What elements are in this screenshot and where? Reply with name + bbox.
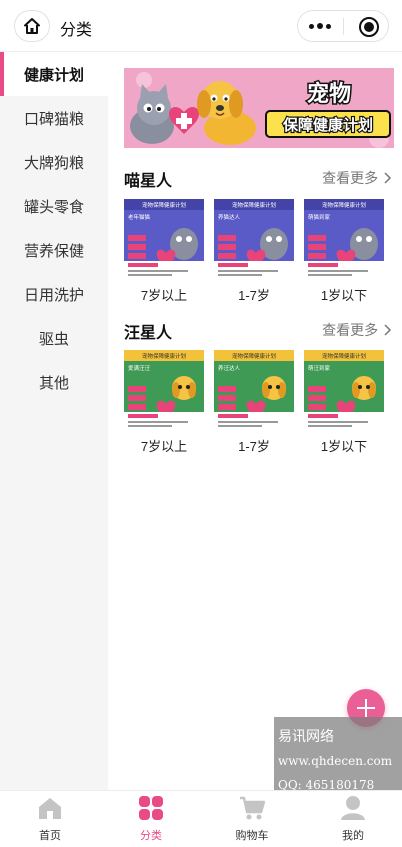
page-title: 分类	[60, 22, 93, 39]
cat-card-label: 1岁以下	[320, 288, 368, 303]
top-navigation-bar: 分类	[0, 0, 402, 52]
sidebar-item-nutrition[interactable]: 营养保健	[0, 228, 108, 272]
tab-profile[interactable]: 我的	[303, 791, 402, 847]
dog-card-image: 宠物保障健康计划 爱满汪汪	[124, 350, 204, 430]
cat-card-label: 1-7岁	[238, 288, 270, 303]
sidebar-item-other[interactable]: 其他	[0, 360, 108, 404]
tab-cart[interactable]: 购物车	[202, 791, 302, 847]
bottom-tab-bar: 首页 分类 购物车 我的	[0, 790, 402, 847]
watermark-brand: 易讯网络	[278, 729, 334, 745]
banner-title-line1: 宠物	[307, 81, 351, 107]
cat-card-image: 宠物保障健康计划 萌猫到家	[304, 199, 384, 279]
svg-text:爱满汪汪: 爱满汪汪	[128, 364, 151, 372]
health-plan-banner[interactable]: 宠物 保障健康计划	[124, 68, 394, 148]
sidebar-item-dog-food[interactable]: 大牌狗粮	[0, 140, 108, 184]
chevron-right-icon	[384, 172, 392, 184]
svg-text:宠物保障健康计划: 宠物保障健康计划	[142, 201, 186, 209]
home-icon	[39, 798, 61, 819]
sidebar-item-grooming[interactable]: 日用洗护	[0, 272, 108, 316]
svg-text:宠物保障健康计划: 宠物保障健康计划	[232, 201, 276, 209]
watermark: 易讯网络 www.qhdecen.com QQ: 465180178	[274, 717, 402, 797]
home-button[interactable]	[14, 10, 50, 42]
see-more-dogs-link[interactable]: 查看更多	[322, 320, 392, 340]
capsule-divider	[343, 18, 344, 35]
more-dots-icon[interactable]	[309, 23, 331, 29]
user-icon	[341, 796, 365, 820]
dog-card-image: 宠物保障健康计划 萌汪到家	[304, 350, 384, 430]
dog-card-label: 1-7岁	[238, 439, 270, 454]
svg-text:老年猫猫: 老年猫猫	[128, 213, 151, 221]
banner-illustration: 宠物 保障健康计划	[124, 68, 394, 148]
tab-category[interactable]: 分类	[101, 791, 201, 847]
target-icon[interactable]	[359, 17, 379, 37]
banner-title-line2: 保障健康计划	[282, 116, 373, 134]
svg-text:养汪达人: 养汪达人	[218, 364, 241, 372]
category-content: 宠物 保障健康计划 喵星人 查看更多 宠物保障健康计划 老年猫猫 7岁以上 宠物…	[108, 52, 402, 790]
svg-text:养猫达人: 养猫达人	[218, 213, 241, 221]
category-sidebar: 健康计划 口碑猫粮 大牌狗粮 罐头零食 营养保健 日用洗护 驱虫 其他	[0, 52, 108, 790]
category-icon	[139, 796, 163, 820]
section-title-dogs: 汪星人	[124, 325, 173, 342]
tab-home[interactable]: 首页	[0, 791, 100, 847]
svg-text:萌猫到家: 萌猫到家	[308, 213, 331, 221]
sidebar-item-deworming[interactable]: 驱虫	[0, 316, 108, 360]
see-more-cats-link[interactable]: 查看更多	[322, 168, 392, 188]
home-icon	[24, 18, 40, 34]
dog-card-label: 7岁以上	[140, 439, 188, 454]
cat-card-image: 宠物保障健康计划 养猫达人	[214, 199, 294, 279]
svg-text:宠物保障健康计划: 宠物保障健康计划	[142, 352, 186, 360]
cart-icon	[240, 796, 265, 820]
sidebar-item-cat-food[interactable]: 口碑猫粮	[0, 96, 108, 140]
chevron-right-icon	[384, 324, 392, 336]
svg-text:宠物保障健康计划: 宠物保障健康计划	[322, 201, 366, 209]
sidebar-item-canned-snacks[interactable]: 罐头零食	[0, 184, 108, 228]
svg-text:宠物保障健康计划: 宠物保障健康计划	[232, 352, 276, 360]
cat-card-label: 7岁以上	[140, 288, 188, 303]
watermark-url: www.qhdecen.com	[278, 754, 393, 768]
cat-card-image: 宠物保障健康计划 老年猫猫	[124, 199, 204, 279]
section-title-cats: 喵星人	[124, 173, 173, 190]
svg-text:宠物保障健康计划: 宠物保障健康计划	[322, 352, 366, 360]
mini-program-capsule	[297, 10, 389, 42]
svg-text:萌汪到家: 萌汪到家	[308, 364, 331, 372]
dog-card-label: 1岁以下	[320, 439, 368, 454]
sidebar-item-health-plan[interactable]: 健康计划	[0, 52, 108, 96]
dog-card-image: 宠物保障健康计划 养汪达人	[214, 350, 294, 430]
